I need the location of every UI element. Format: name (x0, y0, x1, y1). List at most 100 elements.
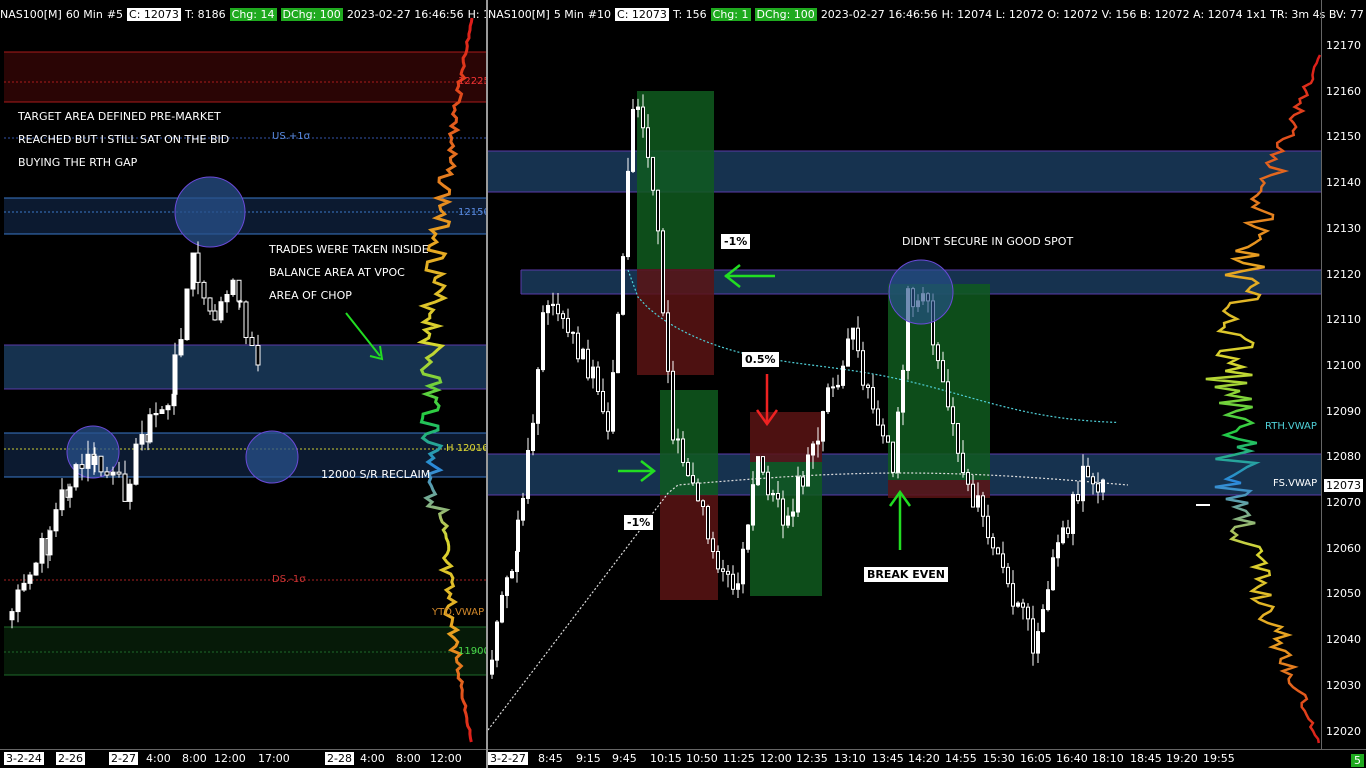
hourly-chart-header: NAS100[M] 60 Min #5 C: 12073 T: 8186 Chg… (0, 6, 486, 22)
candle-body (127, 483, 133, 502)
time-label: 3-2-24 (4, 752, 44, 765)
candle-body (616, 313, 620, 374)
candle-body (641, 106, 645, 129)
change-badge: Chg: 14 (229, 7, 277, 21)
candle-body (79, 464, 85, 469)
candle-body (611, 372, 615, 432)
candle-body (941, 360, 945, 383)
annotation-text: REACHED BUT I STILL SAT ON THE BID (18, 133, 230, 146)
candle-body (566, 317, 570, 333)
candle-body (526, 449, 530, 499)
candle-body (961, 452, 965, 474)
candle-body (1041, 609, 1045, 633)
candle-body (249, 336, 255, 346)
candle-body (996, 547, 1000, 555)
timeframe-label: 60 Min (65, 7, 103, 21)
time-label: 3-2-27 (488, 752, 528, 765)
candle-body (596, 366, 600, 393)
datetime-label: 2023-02-27 16:46:56 (820, 7, 938, 21)
candle-body (536, 369, 540, 424)
percent-label: -1% (721, 234, 751, 249)
highlight-circle (174, 176, 246, 248)
candle-body (936, 344, 940, 362)
candle-body (139, 434, 145, 445)
candle-body (631, 108, 635, 172)
candle-body (601, 391, 605, 413)
five-min-chart-canvas[interactable] (488, 0, 1366, 768)
annotation-text: 12000 S/R RECLAIM (321, 468, 431, 481)
candle-body (741, 548, 745, 585)
candle-body (133, 443, 139, 485)
price-label: 12140 (1326, 176, 1361, 190)
time-label: 8:00 (182, 752, 207, 765)
candle-body (721, 568, 725, 572)
five-min-chart-pane[interactable]: NAS100[M] 5 Min #10 C: 12073 T: 156 Chg:… (488, 0, 1366, 768)
time-label: 16:05 (1020, 752, 1052, 765)
hourly-time-axis[interactable]: 3-2-24 2-26 2-27 4:00 8:00 12:00 17:00 2… (0, 749, 486, 768)
candle-body (122, 473, 128, 502)
price-axis[interactable]: 12073 12170 12160 12150 12140 12130 12120 1211… (1321, 0, 1366, 750)
time-label: 13:45 (872, 752, 904, 765)
candle-body (218, 301, 224, 321)
candle-body (686, 461, 690, 477)
candle-body (21, 582, 27, 591)
level-label: DS.-1σ (272, 574, 306, 585)
candle-body (656, 189, 660, 232)
candle-body (1056, 542, 1060, 559)
candle-body (646, 127, 650, 158)
chart-number: #5 (106, 7, 124, 21)
candle-body (796, 476, 800, 513)
price-label: 12090 (1326, 404, 1361, 418)
symbol-label: NAS100[M] (0, 7, 62, 21)
candle-body (586, 348, 590, 379)
trade-target-box (637, 91, 714, 269)
support-zone (4, 627, 486, 675)
corner-badge: 5 (1351, 754, 1364, 767)
candle-body (986, 515, 990, 539)
change-badge: Chg: 1 (710, 7, 751, 21)
candle-body (991, 537, 995, 549)
time-label: 10:15 (650, 752, 682, 765)
time-label: 18:10 (1092, 752, 1124, 765)
hourly-chart-pane[interactable]: NAS100[M] 60 Min #5 C: 12073 T: 8186 Chg… (0, 0, 488, 768)
candle-body (831, 386, 835, 389)
candle-body (776, 492, 780, 500)
annotation-text: BALANCE AREA AT VPOC (269, 266, 405, 279)
candle-body (876, 408, 880, 426)
candle-body (212, 310, 218, 321)
candle-body (886, 435, 890, 443)
candle-body (786, 515, 790, 526)
candle-body (1036, 631, 1040, 654)
candle-body (172, 354, 178, 395)
candle-body (516, 519, 520, 552)
candle-body (1086, 465, 1090, 478)
time-label: 13:10 (834, 752, 866, 765)
candle-body (806, 454, 810, 487)
candle-body (666, 312, 670, 372)
level-label: 12225 (458, 76, 488, 87)
break-even-label: BREAK EVEN (864, 567, 948, 582)
candle-body (85, 453, 91, 469)
candle-body (59, 489, 65, 511)
high-value: H: 1207 (467, 7, 486, 21)
candle-body (706, 505, 710, 540)
candle-body (726, 570, 730, 575)
candle-body (676, 438, 680, 441)
price-label: 12030 (1326, 678, 1361, 692)
candle-body (47, 530, 53, 556)
candle-body (966, 472, 970, 485)
level-label: US.+1σ (272, 131, 310, 142)
daily-change-badge: DChg: 100 (754, 7, 817, 21)
candle-body (971, 483, 975, 508)
candle-body (591, 366, 595, 379)
candle-body (816, 440, 820, 445)
trade-target-box (660, 390, 718, 495)
price-label: 12100 (1326, 358, 1361, 372)
candle-body (178, 339, 184, 356)
candle-body (856, 327, 860, 352)
candle-body (861, 350, 865, 386)
candle-body (821, 411, 825, 442)
five-min-time-axis[interactable]: 3-2-27 8:45 9:15 9:45 10:15 10:50 11:25 12:00 12… (488, 749, 1366, 768)
candle-body (505, 577, 509, 596)
price-label: 12040 (1326, 633, 1361, 647)
